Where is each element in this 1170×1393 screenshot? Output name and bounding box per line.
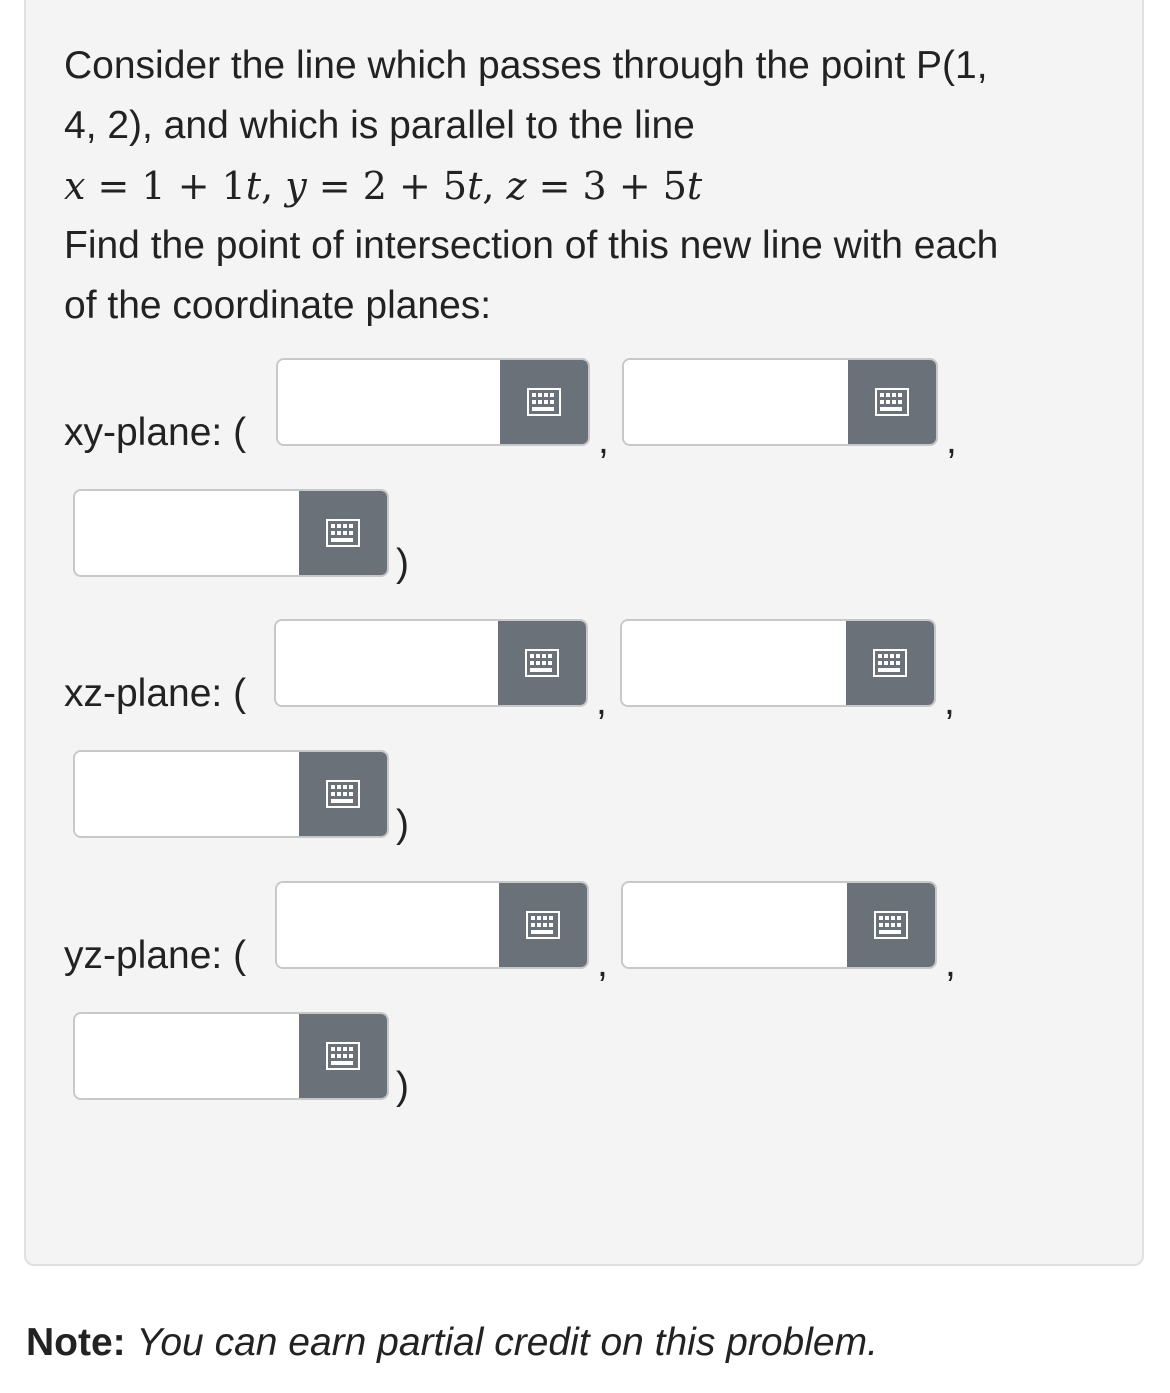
xy-z-input[interactable] xyxy=(75,491,299,575)
yz-y-input[interactable] xyxy=(623,883,847,967)
partial-credit-note: Note: You can earn partial credit on thi… xyxy=(26,1318,878,1368)
problem-intro-line-2: 4, 2), and which is parallel to the line xyxy=(64,104,695,147)
yz-z-palette-button[interactable] xyxy=(299,1014,387,1098)
yz-x-input[interactable] xyxy=(277,883,499,967)
xz-plane-label: xz-plane: ( xyxy=(64,672,247,715)
note-label: Note: xyxy=(26,1321,126,1364)
equation-palette-icon xyxy=(525,649,559,677)
xy-plane-row-2: ) xyxy=(0,489,1170,619)
xy-x-palette-button[interactable] xyxy=(500,360,588,444)
yz-close-paren: ) xyxy=(396,1065,409,1108)
xz-z-input[interactable] xyxy=(75,752,299,836)
xz-comma-2: , xyxy=(944,680,955,723)
xy-comma-2: , xyxy=(946,419,957,462)
question-line-1: Find the point of intersection of this n… xyxy=(64,224,999,267)
equation-palette-icon xyxy=(526,911,560,939)
xz-y-input[interactable] xyxy=(622,621,846,705)
xz-close-paren: ) xyxy=(396,803,409,846)
xy-plane-label: xy-plane: ( xyxy=(64,411,247,454)
equation-palette-icon xyxy=(326,519,360,547)
yz-plane-label: yz-plane: ( xyxy=(64,934,247,977)
yz-y-answer-box xyxy=(621,881,937,969)
xy-x-input[interactable] xyxy=(278,360,500,444)
yz-plane-row-2: ) xyxy=(0,1012,1170,1142)
xz-z-palette-button[interactable] xyxy=(299,752,387,836)
equation-palette-icon xyxy=(874,911,908,939)
xz-plane-row-2: ) xyxy=(0,750,1170,880)
xz-plane-row: xz-plane: ( , , xyxy=(0,619,1170,749)
note-text: You can earn partial credit on this prob… xyxy=(136,1321,878,1364)
equation-palette-icon xyxy=(326,780,360,808)
xy-y-answer-box xyxy=(622,358,938,446)
yz-comma-1: , xyxy=(597,942,608,985)
yz-z-input[interactable] xyxy=(75,1014,299,1098)
yz-y-palette-button[interactable] xyxy=(847,883,935,967)
xy-y-input[interactable] xyxy=(624,360,848,444)
xy-z-palette-button[interactable] xyxy=(299,491,387,575)
xz-z-answer-box xyxy=(73,750,389,838)
xy-x-answer-box xyxy=(276,358,590,446)
xz-y-answer-box xyxy=(620,619,936,707)
xy-y-palette-button[interactable] xyxy=(848,360,936,444)
line-equation: x = 1 + 1t, y = 2 + 5t, z = 3 + 5t xyxy=(64,164,703,208)
xy-plane-row: xy-plane: ( , , xyxy=(0,358,1170,488)
yz-comma-2: , xyxy=(945,942,956,985)
problem-intro-line-1: Consider the line which passes through t… xyxy=(64,44,988,87)
equation-palette-icon xyxy=(875,388,909,416)
yz-x-palette-button[interactable] xyxy=(499,883,587,967)
yz-z-answer-box xyxy=(73,1012,389,1100)
yz-plane-row: yz-plane: ( , , xyxy=(0,881,1170,1011)
xz-x-answer-box xyxy=(274,619,588,707)
equation-palette-icon xyxy=(527,388,561,416)
question-line-2: of the coordinate planes: xyxy=(64,284,492,327)
xy-z-answer-box xyxy=(73,489,389,577)
xz-y-palette-button[interactable] xyxy=(846,621,934,705)
xz-x-input[interactable] xyxy=(276,621,498,705)
xy-close-paren: ) xyxy=(396,542,409,585)
yz-x-answer-box xyxy=(275,881,589,969)
equation-palette-icon xyxy=(326,1042,360,1070)
equation-palette-icon xyxy=(873,649,907,677)
xz-x-palette-button[interactable] xyxy=(498,621,586,705)
problem-statement: Consider the line which passes through t… xyxy=(64,36,1124,336)
xz-comma-1: , xyxy=(596,680,607,723)
xy-comma-1: , xyxy=(598,419,609,462)
